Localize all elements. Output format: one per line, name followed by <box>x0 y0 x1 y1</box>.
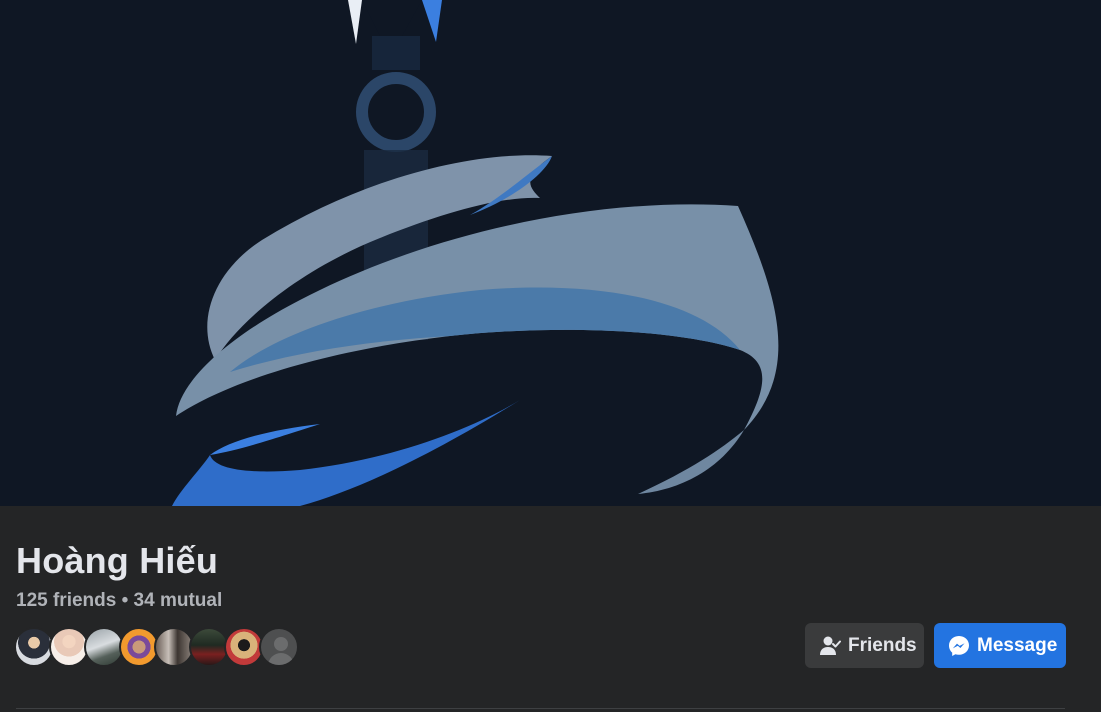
mutual-friend-avatar[interactable] <box>14 627 54 667</box>
profile-header: Hoàng Hiếu 125 friends • 34 mutual Frien… <box>0 506 1101 712</box>
friends-button[interactable]: Friends <box>805 623 924 668</box>
default-avatar-body-icon <box>268 653 294 665</box>
mutual-friends-avatars <box>14 627 299 669</box>
friends-button-label: Friends <box>848 634 917 656</box>
profile-name: Hoàng Hiếu <box>16 540 219 581</box>
mutual-friend-avatar[interactable] <box>224 627 264 667</box>
messenger-icon <box>948 635 970 657</box>
message-button[interactable]: Message <box>934 623 1066 668</box>
mutual-friend-avatar-placeholder[interactable] <box>259 627 299 667</box>
section-divider <box>16 708 1065 709</box>
message-button-label: Message <box>977 634 1058 656</box>
mutual-friend-avatar[interactable] <box>49 627 89 667</box>
friends-summary-link[interactable]: 125 friends • 34 mutual <box>16 590 222 612</box>
mutual-friend-avatar[interactable] <box>154 627 194 667</box>
default-avatar-head-icon <box>274 637 288 651</box>
mutual-friend-avatar[interactable] <box>119 627 159 667</box>
mutual-friend-avatar[interactable] <box>189 627 229 667</box>
kunai-logo-icon <box>0 0 1101 506</box>
user-check-icon <box>819 635 841 657</box>
mutual-friend-avatar[interactable] <box>84 627 124 667</box>
cover-photo[interactable] <box>0 0 1101 506</box>
